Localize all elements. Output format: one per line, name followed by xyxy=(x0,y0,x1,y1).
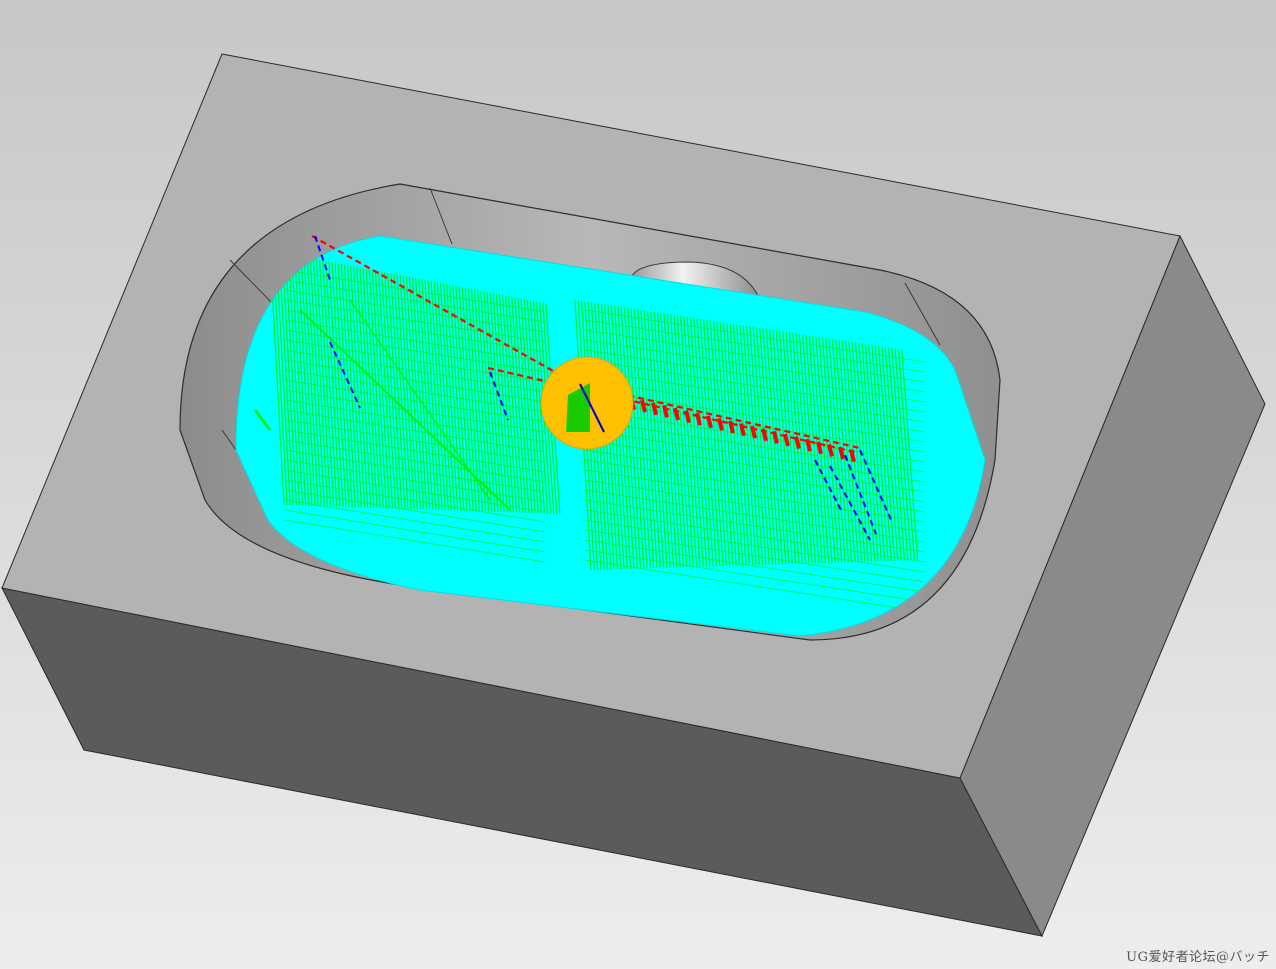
cutter-tool-icon[interactable] xyxy=(540,356,634,450)
graphics-viewport[interactable]: UG爱好者论坛@バッチ xyxy=(0,0,1276,969)
cad-scene[interactable] xyxy=(0,0,1276,969)
watermark-label: UG爱好者论坛@バッチ xyxy=(1126,950,1270,965)
